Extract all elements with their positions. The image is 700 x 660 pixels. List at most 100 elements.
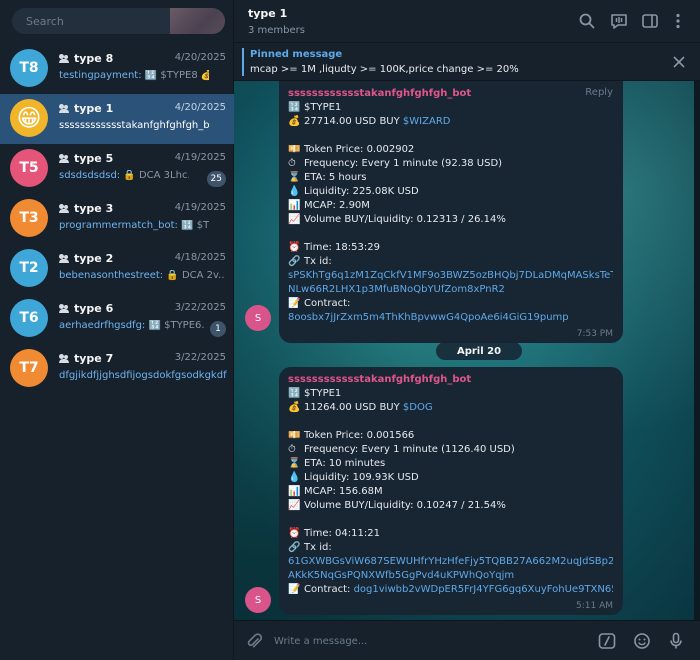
tx-id-link[interactable]: AKkK5NqGsPQNXWfb5GgPvd4uKPWhQoYqjm [288, 570, 514, 581]
preview-sender: sssssssssssstakanfghfghfgh_bot: [59, 120, 209, 131]
liquidity: Liquidity: 225.08K USD [304, 186, 419, 197]
message-input[interactable] [274, 631, 574, 651]
chat-name-label: type 6 [74, 302, 114, 315]
search-icon[interactable] [577, 11, 597, 31]
voice-chat-icon[interactable] [609, 11, 629, 31]
group-icon [59, 104, 70, 113]
pinned-message[interactable]: Pinned message mcap >= 1M ,liqudty >= 10… [234, 43, 700, 81]
chat-date: 4/18/2025 [174, 252, 226, 263]
liquidity: Liquidity: 109.93K USD [304, 472, 419, 483]
preview-text: 🔢 $TYPE [181, 220, 209, 231]
money-icon: 💴 [288, 430, 301, 441]
droplet-icon: 💧 [288, 472, 301, 483]
hourglass-icon: ⌛ [288, 172, 301, 183]
member-count: 3 members [248, 25, 305, 36]
money-bag-icon: 💰 [288, 402, 301, 413]
money-bag-icon: 💰 [288, 116, 301, 127]
tx-time: Time: 18:53:29 [304, 242, 380, 253]
stopwatch-icon: ⏱ [288, 444, 296, 455]
microphone-icon[interactable] [666, 631, 686, 651]
chat-name: type 2 [59, 252, 113, 265]
reply-button[interactable]: Reply [585, 87, 613, 98]
chat-name-label: type 1 [74, 102, 114, 115]
telegram-app: T8 type 8 4/20/2025 testingpayment: 🔢 $T… [0, 0, 700, 660]
tx-id-link[interactable]: NLw66R2LHX1p3MfuBNoQbYUfZom8xPnR2 [288, 284, 505, 295]
message-sender[interactable]: sssssssssssstakanfghfghfgh_bot [288, 87, 613, 101]
preview-text: 🔒 DCA 2v... [163, 270, 224, 281]
sidebar-toggle-icon[interactable] [640, 11, 660, 31]
tx-label: Tx id: [304, 256, 332, 267]
search-box[interactable] [12, 8, 225, 34]
contract-link[interactable]: 8oosbx7jJrZxm5m4ThKhBpvwwG4QpoAe6i4GiG19… [288, 312, 569, 323]
sender-avatar[interactable]: S [245, 587, 271, 613]
tx-id-link[interactable]: 61GXWBGsViW687SEWUHfrYHzHfeFjy5TQBB27A66… [288, 556, 613, 567]
chat-preview: bebenasonthestreet: 🔒 DCA 2v... [59, 270, 224, 281]
composer [234, 620, 700, 660]
scrollbar[interactable] [694, 81, 700, 620]
chat-preview: dfgjikdfjjghsdfijogsdokfgsodkgkdfg... [59, 370, 227, 381]
contract-link[interactable]: dog1viwbb2vWDpER5FrJ4YFG6gq6XuyFohUe9TXN… [354, 584, 613, 595]
paperclip-icon[interactable] [244, 631, 264, 651]
message-bubble[interactable]: sssssssssssstakanfghfghfgh_bot Reply 🔢 $T… [279, 81, 623, 343]
chat-title[interactable]: type 1 [248, 7, 287, 20]
message-sender[interactable]: sssssssssssstakanfghfghfgh_bot [288, 373, 613, 387]
hourglass-icon: ⌛ [288, 458, 301, 469]
chat-date: 4/20/2025 [174, 52, 226, 63]
group-icon [59, 304, 70, 313]
avatar: 😁 [10, 99, 48, 137]
close-icon[interactable] [672, 55, 686, 69]
chat-name: type 5 [59, 152, 113, 165]
blurred-region [170, 8, 225, 34]
message-area[interactable]: sssssssssssstakanfghfghfgh_bot Reply 🔢 $T… [234, 81, 694, 620]
chat-item-type-8[interactable]: T8 type 8 4/20/2025 testingpayment: 🔢 $T… [0, 44, 234, 94]
chat-item-type-7[interactable]: T7 type 7 3/22/2025 dfgjikdfjjghsdfijogs… [0, 344, 234, 394]
emoji-icon[interactable] [632, 631, 652, 651]
search-input[interactable] [12, 8, 170, 34]
preview-sender: testingpayment: [59, 70, 142, 81]
trend-up-icon: 📈 [288, 500, 301, 511]
preview-sender: dfgjikdfjjghsdfijogsdokfgsodkgkdfg... [59, 370, 227, 381]
token-link[interactable]: $WIZARD [403, 116, 451, 127]
chat-name: type 6 [59, 302, 113, 315]
group-icon [59, 354, 70, 363]
avatar: T7 [10, 349, 48, 387]
alarm-clock-icon: ⏰ [288, 242, 301, 253]
link-icon: 🔗 [288, 542, 301, 553]
chat-item-type-1[interactable]: 😁 type 1 4/20/2025 sssssssssssstakanfghf… [0, 94, 234, 144]
chat-item-type-6[interactable]: T6 type 6 3/22/2025 aerhaedrfhgsdfg: 🔢 $… [0, 294, 234, 344]
pinned-text: mcap >= 1M ,liqudty >= 100K,price change… [250, 64, 519, 75]
stopwatch-icon: ⏱ [288, 158, 296, 169]
unread-badge: 25 [206, 171, 226, 187]
chat-item-type-2[interactable]: T2 type 2 4/18/2025 bebenasonthestreet: … [0, 244, 234, 294]
volume: Volume BUY/Liquidity: 0.12313 / 26.14% [304, 214, 506, 225]
tx-id-link[interactable]: sPSKhTg6q1zM1ZqCkfV1MF9o3BWZ5ozBHQbj7DLa… [288, 270, 613, 281]
contract-label: Contract: [304, 584, 351, 595]
message-bubble[interactable]: sssssssssssstakanfghfghfgh_bot 🔢 $TYPE1 💰… [279, 367, 623, 615]
alarm-clock-icon: ⏰ [288, 528, 301, 539]
ticker: $TYPE1 [304, 388, 342, 399]
chat-header: type 1 3 members [234, 0, 700, 43]
chat-date: 4/20/2025 [174, 102, 226, 113]
bot-commands-icon[interactable] [597, 631, 617, 651]
tx-time: Time: 04:11:21 [304, 528, 380, 539]
chat-preview: testingpayment: 🔢 $TYPE8 💰 [59, 70, 209, 81]
more-icon[interactable] [668, 11, 688, 31]
droplet-icon: 💧 [288, 186, 301, 197]
chat-date: 3/22/2025 [174, 302, 226, 313]
numbers-icon: 🔢 [288, 102, 301, 113]
sender-avatar[interactable]: S [245, 305, 271, 331]
chat-preview: programmermatch_bot: 🔢 $TYPE [59, 220, 209, 231]
contract-label: Contract: [304, 298, 351, 309]
message-time: 5:11 AM [576, 601, 613, 611]
token-link[interactable]: $DOG [403, 402, 433, 413]
chat-item-type-5[interactable]: T5 type 5 4/19/2025 sdsdsdsdsd: 🔒 DCA 3L… [0, 144, 234, 194]
preview-sender: programmermatch_bot: [59, 220, 178, 231]
chat-name-label: type 3 [74, 202, 114, 215]
memo-icon: 📝 [288, 298, 301, 309]
chat-list: T8 type 8 4/20/2025 testingpayment: 🔢 $T… [0, 44, 234, 394]
ticker: $TYPE1 [304, 102, 342, 113]
message-time: 7:53 PM [576, 329, 613, 339]
preview-text: 🔢 $TYPE6... [148, 320, 204, 331]
chat-item-type-3[interactable]: T3 type 3 4/19/2025 programmermatch_bot:… [0, 194, 234, 244]
link-icon: 🔗 [288, 256, 301, 267]
